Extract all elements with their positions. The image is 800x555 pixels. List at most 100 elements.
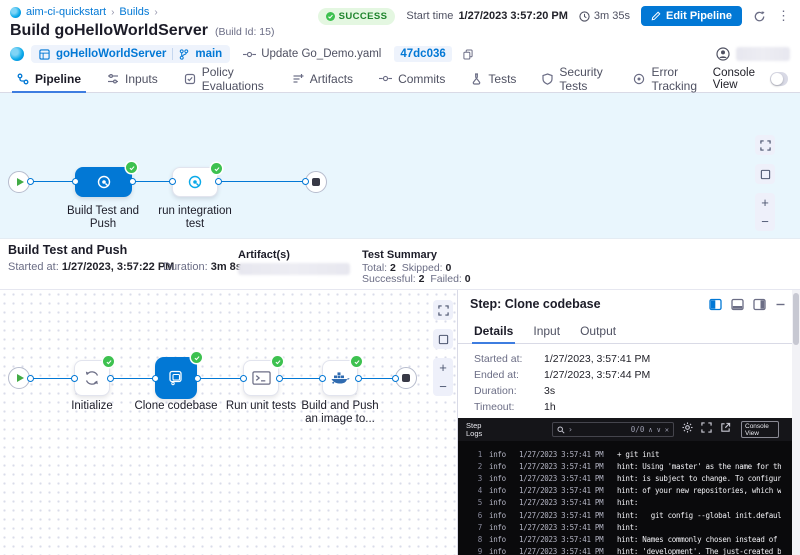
search-close-icon[interactable]: ✕ [665,426,669,434]
zoom-out-button[interactable]: − [433,377,453,396]
tab-inputs[interactable]: Inputs [94,65,171,92]
check-circle-icon [326,12,335,21]
tab-security-tests[interactable]: Security Tests [529,65,620,92]
log-timestamp: 1/27/2023 3:57:41 PM [519,511,607,520]
layout-bottom-icon[interactable] [731,298,744,311]
step-node-build-and-push[interactable] [322,360,358,396]
log-open-external-icon[interactable] [720,422,731,433]
log-line[interactable]: 9 info 1/27/2023 3:57:41 PM hint: 'devel… [458,546,793,555]
minimize-icon[interactable] [775,299,786,310]
edge-connector-dot [355,375,362,382]
stage-node-build-test-and-push[interactable] [75,167,132,197]
commit-hash-link[interactable]: 47dc036 [394,46,451,62]
repo-branch-chip[interactable]: goHelloWorldServer main [31,45,230,63]
commit-message: Update Go_Demo.yaml [243,48,381,60]
tab-commits[interactable]: Commits [366,65,458,92]
breadcrumb-builds-link[interactable]: Builds [119,6,149,18]
step-node-run-unit-tests[interactable] [243,360,279,396]
console-view-toggle[interactable] [770,72,788,86]
zoom-in-button[interactable]: + [433,358,453,377]
log-search-input[interactable] [576,425,628,434]
log-line[interactable]: 7 info 1/27/2023 3:57:41 PM hint: [458,521,793,533]
copy-icon[interactable] [463,49,473,60]
scrollbar-thumb[interactable] [793,293,799,345]
edit-pipeline-button[interactable]: Edit Pipeline [641,6,742,26]
step-detail-rows: Started at: 1/27/2023, 3:57:41 PM Ended … [474,354,650,418]
log-line[interactable]: 6 info 1/27/2023 3:57:41 PM hint: git co… [458,509,793,521]
step-detail-row: Started at: 1/27/2023, 3:57:41 PM [474,354,650,365]
tab-step-details[interactable]: Details [464,318,523,343]
docker-icon [330,370,350,386]
tab-step-input[interactable]: Input [523,318,570,343]
edge-connector-dot [169,178,176,185]
step-label[interactable]: Build and Pushan image to... [285,400,395,426]
more-menu-button[interactable]: ⋮ [777,8,790,24]
panel-scrollbar[interactable] [792,290,800,555]
zoom-in-button[interactable]: + [755,193,775,212]
fit-to-screen-button[interactable] [755,135,775,155]
log-line[interactable]: 4 info 1/27/2023 3:57:41 PM hint: of you… [458,485,793,497]
log-message: hint: Names commonly chosen instead of [617,535,777,544]
step-node-clone-codebase[interactable] [155,357,197,399]
stop-icon [402,374,410,382]
log-line-number: 9 [458,547,482,555]
stage-node-run-integration-test[interactable] [172,167,218,197]
layout-split-icon[interactable] [709,298,722,311]
reset-zoom-button[interactable] [755,164,775,184]
stage-label[interactable]: Build Test and Push [57,205,149,231]
edge-connector-dot [319,375,326,382]
console-view-button[interactable]: Console View [741,421,779,438]
log-fullscreen-icon[interactable] [701,422,712,433]
tab-error-tracking[interactable]: Error Tracking [620,65,712,92]
zoom-out-button[interactable]: − [755,212,775,231]
log-message: hint: of your new repositories, which w [617,486,781,495]
log-line[interactable]: 3 info 1/27/2023 3:57:41 PM hint: is sub… [458,472,793,484]
detail-label: Timeout: [474,402,544,413]
tab-policy-evaluations[interactable]: Policy Evaluations [171,65,279,92]
log-timestamp: 1/27/2023 3:57:41 PM [519,498,607,507]
log-settings-gear-icon[interactable] [682,422,693,433]
commit-icon [243,50,256,59]
log-timestamp: 1/27/2023 3:57:41 PM [519,523,607,532]
success-check-icon [211,163,222,174]
layout-right-icon[interactable] [753,298,766,311]
log-line[interactable]: 8 info 1/27/2023 3:57:41 PM hint: Names … [458,533,793,545]
breadcrumb-separator: › [111,7,114,18]
log-search-box[interactable]: › 0/0 ∧ ∨ ✕ [552,422,674,437]
stage-label[interactable]: run integration test [149,205,241,231]
repo-grid-icon [39,49,50,60]
log-line-number: 7 [458,523,482,532]
step-graph-canvas[interactable]: Initialize Clone codebase Run unit tests… [0,290,457,555]
edge-connector-dot [215,178,222,185]
tab-artifacts[interactable]: Artifacts [279,65,366,92]
log-line[interactable]: 5 info 1/27/2023 3:57:41 PM hint: [458,497,793,509]
search-next-icon[interactable]: ∨ [657,426,661,434]
search-prev-icon[interactable]: ∧ [648,426,652,434]
log-timestamp: 1/27/2023 3:57:41 PM [519,547,607,555]
fit-to-screen-button[interactable] [433,300,453,320]
search-icon [557,426,565,434]
step-detail-row: Timeout: 1h [474,402,650,413]
detail-label: Duration: [474,386,544,397]
stage-started-at: Started at: 1/27/2023, 3:57:22 PM [8,261,174,273]
stage-graph-canvas[interactable]: Build Test and Push run integration test… [0,93,800,238]
log-line[interactable]: 1 info 1/27/2023 3:57:41 PM + git init [458,448,793,460]
tab-tests[interactable]: Tests [458,65,529,92]
search-match-count: 0/0 [631,425,645,434]
start-time: Start time 1/27/2023 3:57:20 PM [406,10,568,22]
chip-divider [172,48,173,60]
log-line-number: 3 [458,474,482,483]
step-node-initialize[interactable] [74,360,110,396]
log-line[interactable]: 2 info 1/27/2023 3:57:41 PM hint: Using … [458,460,793,472]
tab-pipeline[interactable]: Pipeline [4,65,94,92]
log-message: hint: Using 'master' as the name for th [617,462,781,471]
stage-duration: Duration: 3m 8s [163,261,242,273]
log-line-number: 8 [458,535,482,544]
breadcrumb-project-link[interactable]: aim-ci-quickstart [26,6,106,18]
reset-zoom-button[interactable] [433,329,453,349]
refresh-button[interactable] [753,10,766,23]
tab-step-output[interactable]: Output [570,318,626,343]
step-panel-title: Step: Clone codebase [470,297,601,311]
log-timestamp: 1/27/2023 3:57:41 PM [519,486,607,495]
edge-connector-dot [129,178,136,185]
